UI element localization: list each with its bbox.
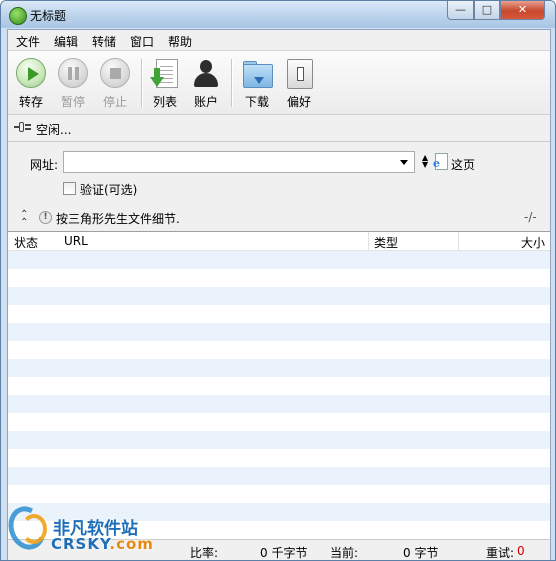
account-label: 账户	[193, 95, 218, 109]
column-size[interactable]: 大小	[521, 234, 545, 251]
up-down-arrows-icon[interactable]: ▲ ▼	[422, 154, 429, 169]
toolbar-separator	[231, 59, 232, 107]
stop-button[interactable]: 停止	[95, 54, 135, 110]
preferences-label: 偏好	[286, 95, 311, 109]
transfer-list[interactable]: 状态 URL 类型 大小	[8, 231, 550, 540]
toolbar-separator	[141, 59, 142, 107]
url-label: 网址:	[30, 158, 59, 172]
pause-label: 暂停	[60, 95, 85, 109]
retry-label: 重试:	[486, 546, 515, 560]
transfer-button[interactable]: 转存	[11, 54, 51, 110]
close-button[interactable]: ✕	[500, 1, 545, 20]
folder-download-icon	[242, 58, 273, 88]
status-text: 空闲...	[36, 123, 72, 137]
status-bar: 比率: 0 千字节 当前: 0 字节 重试: 0	[8, 539, 550, 560]
app-window: 无标题 — □ ✕ 文件 编辑 转储 窗口 帮助 转存 暂停 停止 列表 账户 …	[0, 0, 556, 561]
url-input[interactable]	[63, 151, 415, 173]
transfer-label: 转存	[18, 95, 43, 109]
column-divider[interactable]	[458, 232, 459, 250]
minimize-button[interactable]: —	[447, 1, 474, 20]
list-button[interactable]: 列表	[145, 54, 185, 110]
menu-file[interactable]: 文件	[16, 33, 40, 50]
title-bar[interactable]: 无标题 — □ ✕	[1, 1, 555, 28]
list-body[interactable]	[8, 251, 550, 540]
connection-status: 空闲...	[8, 115, 550, 142]
current-label: 当前:	[330, 546, 359, 560]
document-download-icon	[150, 58, 180, 88]
expand-chevrons-icon[interactable]: ⌃ ⌃	[20, 210, 28, 228]
menu-dump[interactable]: 转储	[92, 33, 116, 50]
download-button[interactable]: 下载	[237, 54, 277, 110]
plug-icon	[14, 120, 32, 134]
stop-icon	[100, 58, 130, 88]
ratio-label: 比率:	[190, 546, 219, 560]
url-dropdown-icon[interactable]	[400, 160, 408, 165]
toolbar: 转存 暂停 停止 列表 账户 下载 偏好	[8, 51, 550, 115]
column-url[interactable]: URL	[64, 234, 88, 248]
verify-checkbox[interactable]	[63, 182, 76, 195]
browser-page-icon[interactable]: e	[433, 153, 448, 170]
verify-label[interactable]: 验证(可选)	[80, 181, 137, 198]
maximize-button[interactable]: □	[474, 1, 500, 20]
toggle-switch-icon	[284, 58, 314, 89]
stop-label: 停止	[102, 95, 127, 109]
user-icon	[191, 58, 221, 88]
window-title: 无标题	[30, 9, 67, 23]
preferences-button[interactable]: 偏好	[279, 54, 319, 110]
column-divider[interactable]	[368, 232, 369, 250]
play-icon	[16, 58, 46, 88]
column-status[interactable]: 状态	[14, 234, 38, 251]
menu-window[interactable]: 窗口	[130, 33, 154, 50]
info-icon: !	[39, 211, 52, 224]
list-label: 列表	[152, 95, 177, 109]
pause-button[interactable]: 暂停	[53, 54, 93, 110]
ratio-value: 0 千字节	[260, 546, 308, 560]
menu-bar: 文件 编辑 转储 窗口 帮助	[8, 30, 550, 51]
pause-icon	[58, 58, 88, 88]
menu-edit[interactable]: 编辑	[54, 33, 78, 50]
account-button[interactable]: 账户	[186, 54, 226, 110]
current-value: 0 字节	[403, 546, 439, 560]
column-type[interactable]: 类型	[374, 234, 398, 251]
app-logo-icon	[9, 7, 27, 25]
list-header: 状态 URL 类型 大小	[8, 232, 550, 251]
download-label: 下载	[244, 95, 269, 109]
menu-help[interactable]: 帮助	[168, 33, 192, 50]
file-counter: -/-	[524, 210, 537, 224]
this-page-link[interactable]: 这页	[451, 156, 475, 173]
info-text: 按三角形先生文件细节.	[56, 212, 180, 226]
client-area: 文件 编辑 转储 窗口 帮助 转存 暂停 停止 列表 账户 下载 偏好 空闲..…	[7, 29, 551, 560]
retry-value: 0	[517, 544, 525, 558]
